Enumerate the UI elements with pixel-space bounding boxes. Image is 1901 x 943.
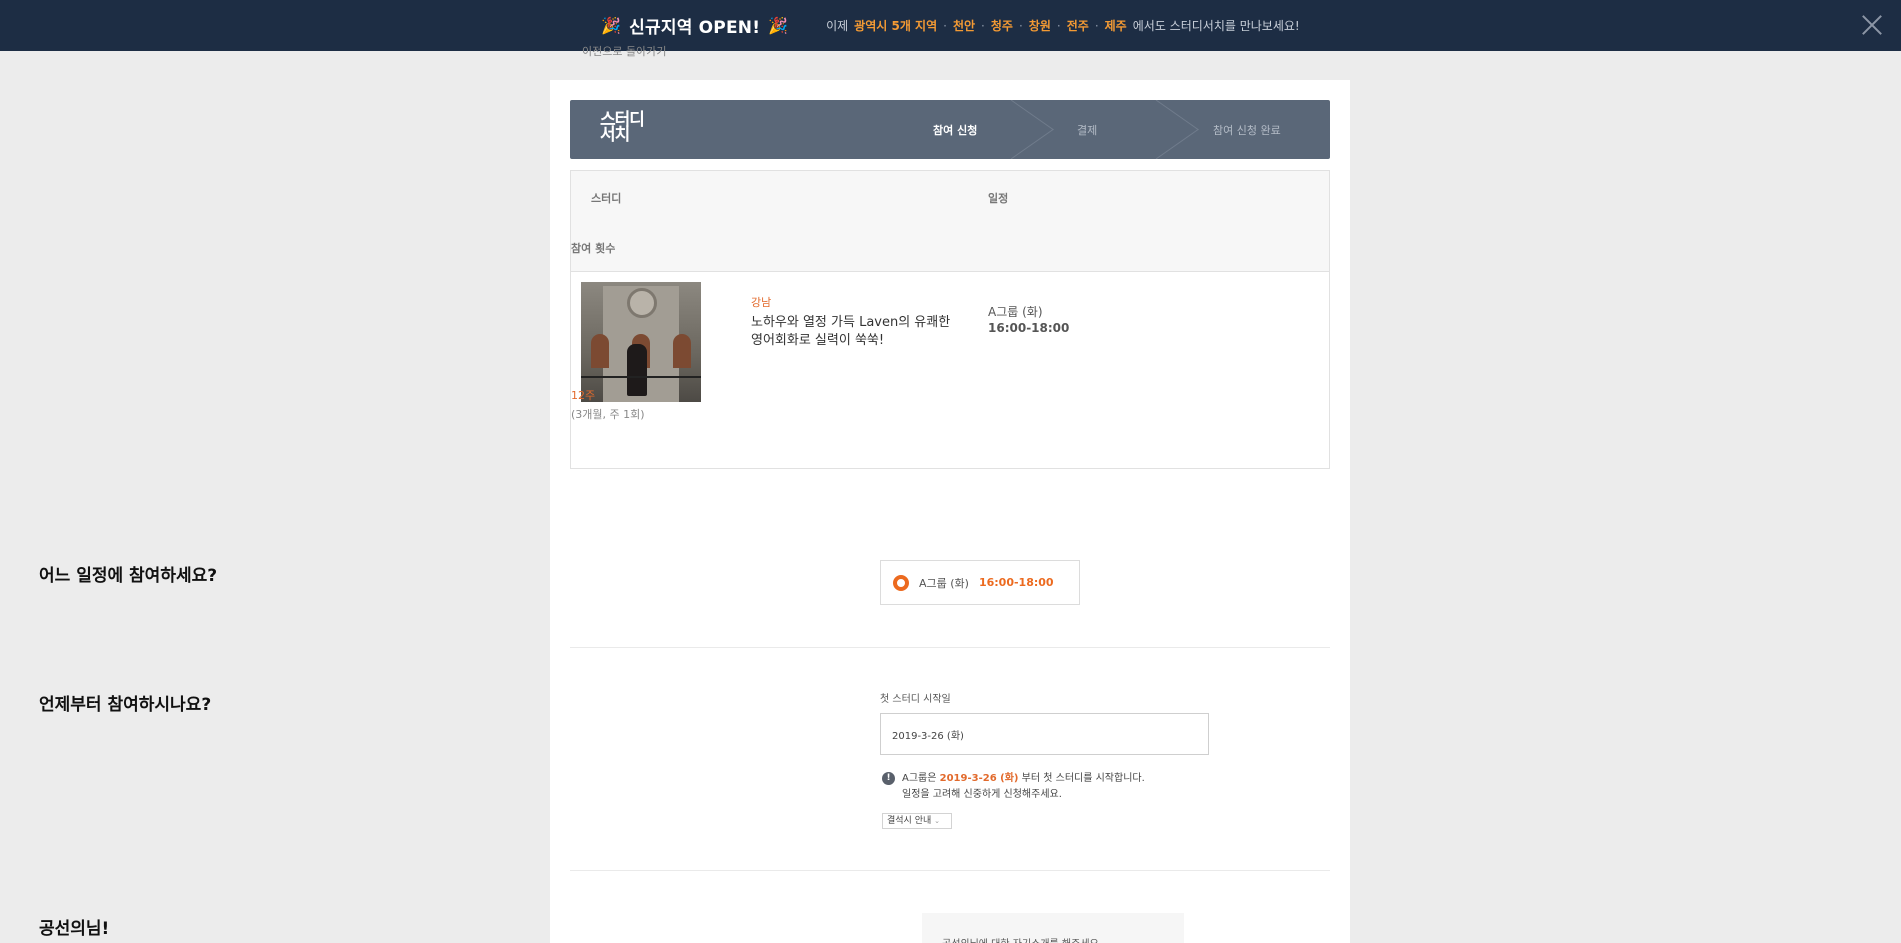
banner-message: 이제 광역시 5개 지역 · 천안 · 청주 · 창원 · 전주 · 제주 에서… — [826, 17, 1300, 34]
logo-line: 서치 — [600, 125, 630, 145]
start-notice: ! A그룹은 2019-3-26 (화) 부터 첫 스터디를 시작합니다. 일정… — [882, 771, 1145, 803]
party-popper-icon: 🎉 — [768, 16, 789, 35]
step-complete: 참여 신청 완료 — [1213, 124, 1281, 137]
region-tag[interactable]: 전주 — [1067, 17, 1089, 34]
section-divider — [570, 647, 1330, 648]
separator-dot: · — [1018, 18, 1023, 33]
separator-dot: · — [1094, 18, 1099, 33]
intro-textarea[interactable]: 공선의님에 대한 자기소개를 해주세요. — [922, 913, 1184, 943]
intro-title: 공선의님! — [39, 919, 110, 939]
notice-suffix: 부터 첫 스터디를 시작합니다. — [1021, 773, 1145, 784]
option-time: 16:00-18:00 — [978, 576, 1054, 589]
participation-detail: (3개월, 주 1회) — [571, 408, 645, 421]
notice-line2: 일정을 고려해 신중하게 신청해주세요. — [902, 789, 1062, 800]
header-study: 스터디 — [591, 192, 622, 205]
option-group: A그룹 (화) — [919, 576, 969, 590]
notice-date: 2019-3-26 (화) — [939, 773, 1019, 784]
banner-prefix: 이제 — [826, 19, 849, 33]
schedule-question: 어느 일정에 참여하세요? — [39, 566, 218, 586]
notice-prefix: A그룹은 — [902, 773, 937, 784]
step-payment: 결제 — [1077, 124, 1098, 137]
study-thumbnail — [581, 282, 701, 402]
schedule-option[interactable]: A그룹 (화) 16:00-18:00 — [880, 560, 1080, 605]
step-bar: 스터디 서치 참여 신청 결제 참여 신청 완료 — [570, 100, 1330, 159]
back-link[interactable]: 이전으로 돌아가기 — [582, 43, 666, 59]
party-popper-icon: 🎉 — [601, 16, 622, 35]
study-summary-table: 스터디 일정 참여 횟수 강남 노하우와 열정 가득 Laven의 유쾌한 영어… — [570, 170, 1330, 469]
separator-dot: · — [981, 18, 985, 33]
separator-dot: · — [943, 18, 947, 33]
schedule-time: 16:00-18:00 — [988, 321, 1070, 335]
logo[interactable]: 스터디 서치 — [600, 112, 645, 145]
section-divider — [570, 870, 1330, 871]
schedule-group: A그룹 (화) — [988, 305, 1043, 319]
chevron-down-icon: ⌄ — [934, 817, 941, 825]
study-region: 강남 — [751, 296, 772, 309]
top-banner: 🎉 신규지역 OPEN! 🎉 이제 광역시 5개 지역 · 천안 · 청주 · … — [0, 0, 1901, 51]
study-title[interactable]: 노하우와 열정 가득 Laven의 유쾌한 영어회화로 실력이 쑥쑥! — [751, 314, 951, 350]
region-tag[interactable]: 제주 — [1105, 17, 1127, 34]
header-schedule: 일정 — [988, 192, 1009, 205]
header-count: 참여 횟수 — [571, 242, 616, 255]
participation-weeks: 12주 — [571, 389, 596, 402]
start-date-label: 첫 스터디 시작일 — [880, 694, 951, 705]
close-icon[interactable] — [1861, 14, 1883, 36]
radio-selected-icon[interactable] — [893, 574, 909, 591]
table-header: 스터디 일정 참여 횟수 — [571, 171, 1329, 272]
region-tag[interactable]: 창원 — [1029, 17, 1051, 34]
region-tag[interactable]: 청주 — [991, 17, 1013, 34]
absence-label: 결석시 안내 — [887, 816, 932, 826]
exclamation-icon: ! — [882, 772, 895, 785]
region-tag[interactable]: 광역시 5개 지역 — [854, 17, 937, 34]
separator-dot: · — [1056, 18, 1061, 33]
chevron-right-icon — [1145, 100, 1205, 159]
absence-info-select[interactable]: 결석시 안내 ⌄ — [882, 813, 952, 829]
chevron-right-icon — [1000, 100, 1060, 159]
banner-suffix: 에서도 스터디서치를 만나보세요! — [1132, 19, 1300, 33]
start-date-field[interactable] — [880, 713, 1209, 755]
region-tag[interactable]: 천안 — [953, 17, 975, 34]
banner-title: 신규지역 OPEN! — [629, 18, 761, 38]
start-question: 언제부터 참여하시나요? — [39, 695, 212, 715]
